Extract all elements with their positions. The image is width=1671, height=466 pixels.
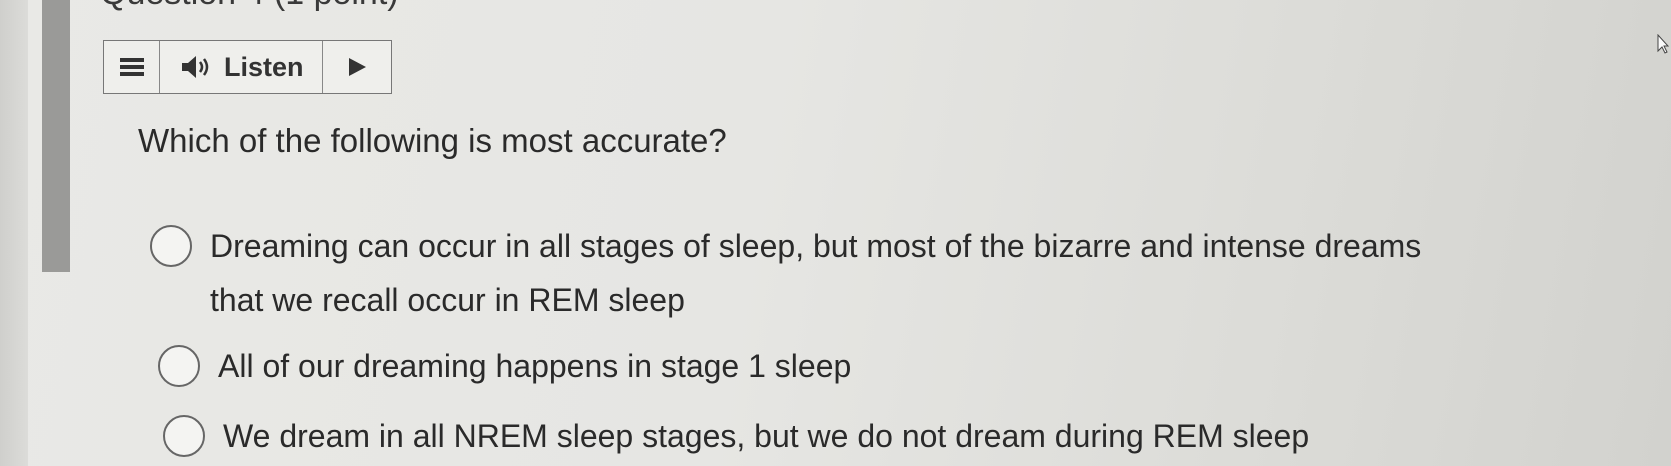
left-rail	[0, 0, 28, 466]
answer-option-label[interactable]: Dreaming can occur in all stages of slee…	[210, 219, 1470, 327]
question-title: Question 4 (1 point)	[100, 0, 399, 13]
listen-toolbar: Listen	[103, 40, 392, 94]
answer-option[interactable]: All of our dreaming happens in stage 1 s…	[158, 345, 851, 393]
question-accent-bar	[42, 0, 70, 272]
play-button[interactable]	[323, 41, 391, 93]
answer-option[interactable]: Dreaming can occur in all stages of slee…	[150, 225, 1470, 327]
radio-button[interactable]	[158, 345, 200, 387]
answer-option[interactable]: We dream in all NREM sleep stages, but w…	[163, 415, 1309, 463]
listen-button[interactable]: Listen	[160, 41, 323, 93]
speaker-icon	[182, 56, 209, 78]
radio-button[interactable]	[163, 415, 205, 457]
answer-option-label[interactable]: We dream in all NREM sleep stages, but w…	[223, 409, 1309, 463]
answer-option-label[interactable]: All of our dreaming happens in stage 1 s…	[218, 339, 851, 393]
play-icon	[349, 58, 366, 76]
hamburger-menu-icon	[119, 58, 144, 76]
listen-label: Listen	[224, 51, 304, 82]
question-prompt: Which of the following is most accurate?	[138, 122, 727, 159]
mouse-cursor-icon	[1657, 34, 1669, 54]
listen-menu-button[interactable]	[104, 41, 160, 93]
radio-button[interactable]	[150, 225, 192, 267]
